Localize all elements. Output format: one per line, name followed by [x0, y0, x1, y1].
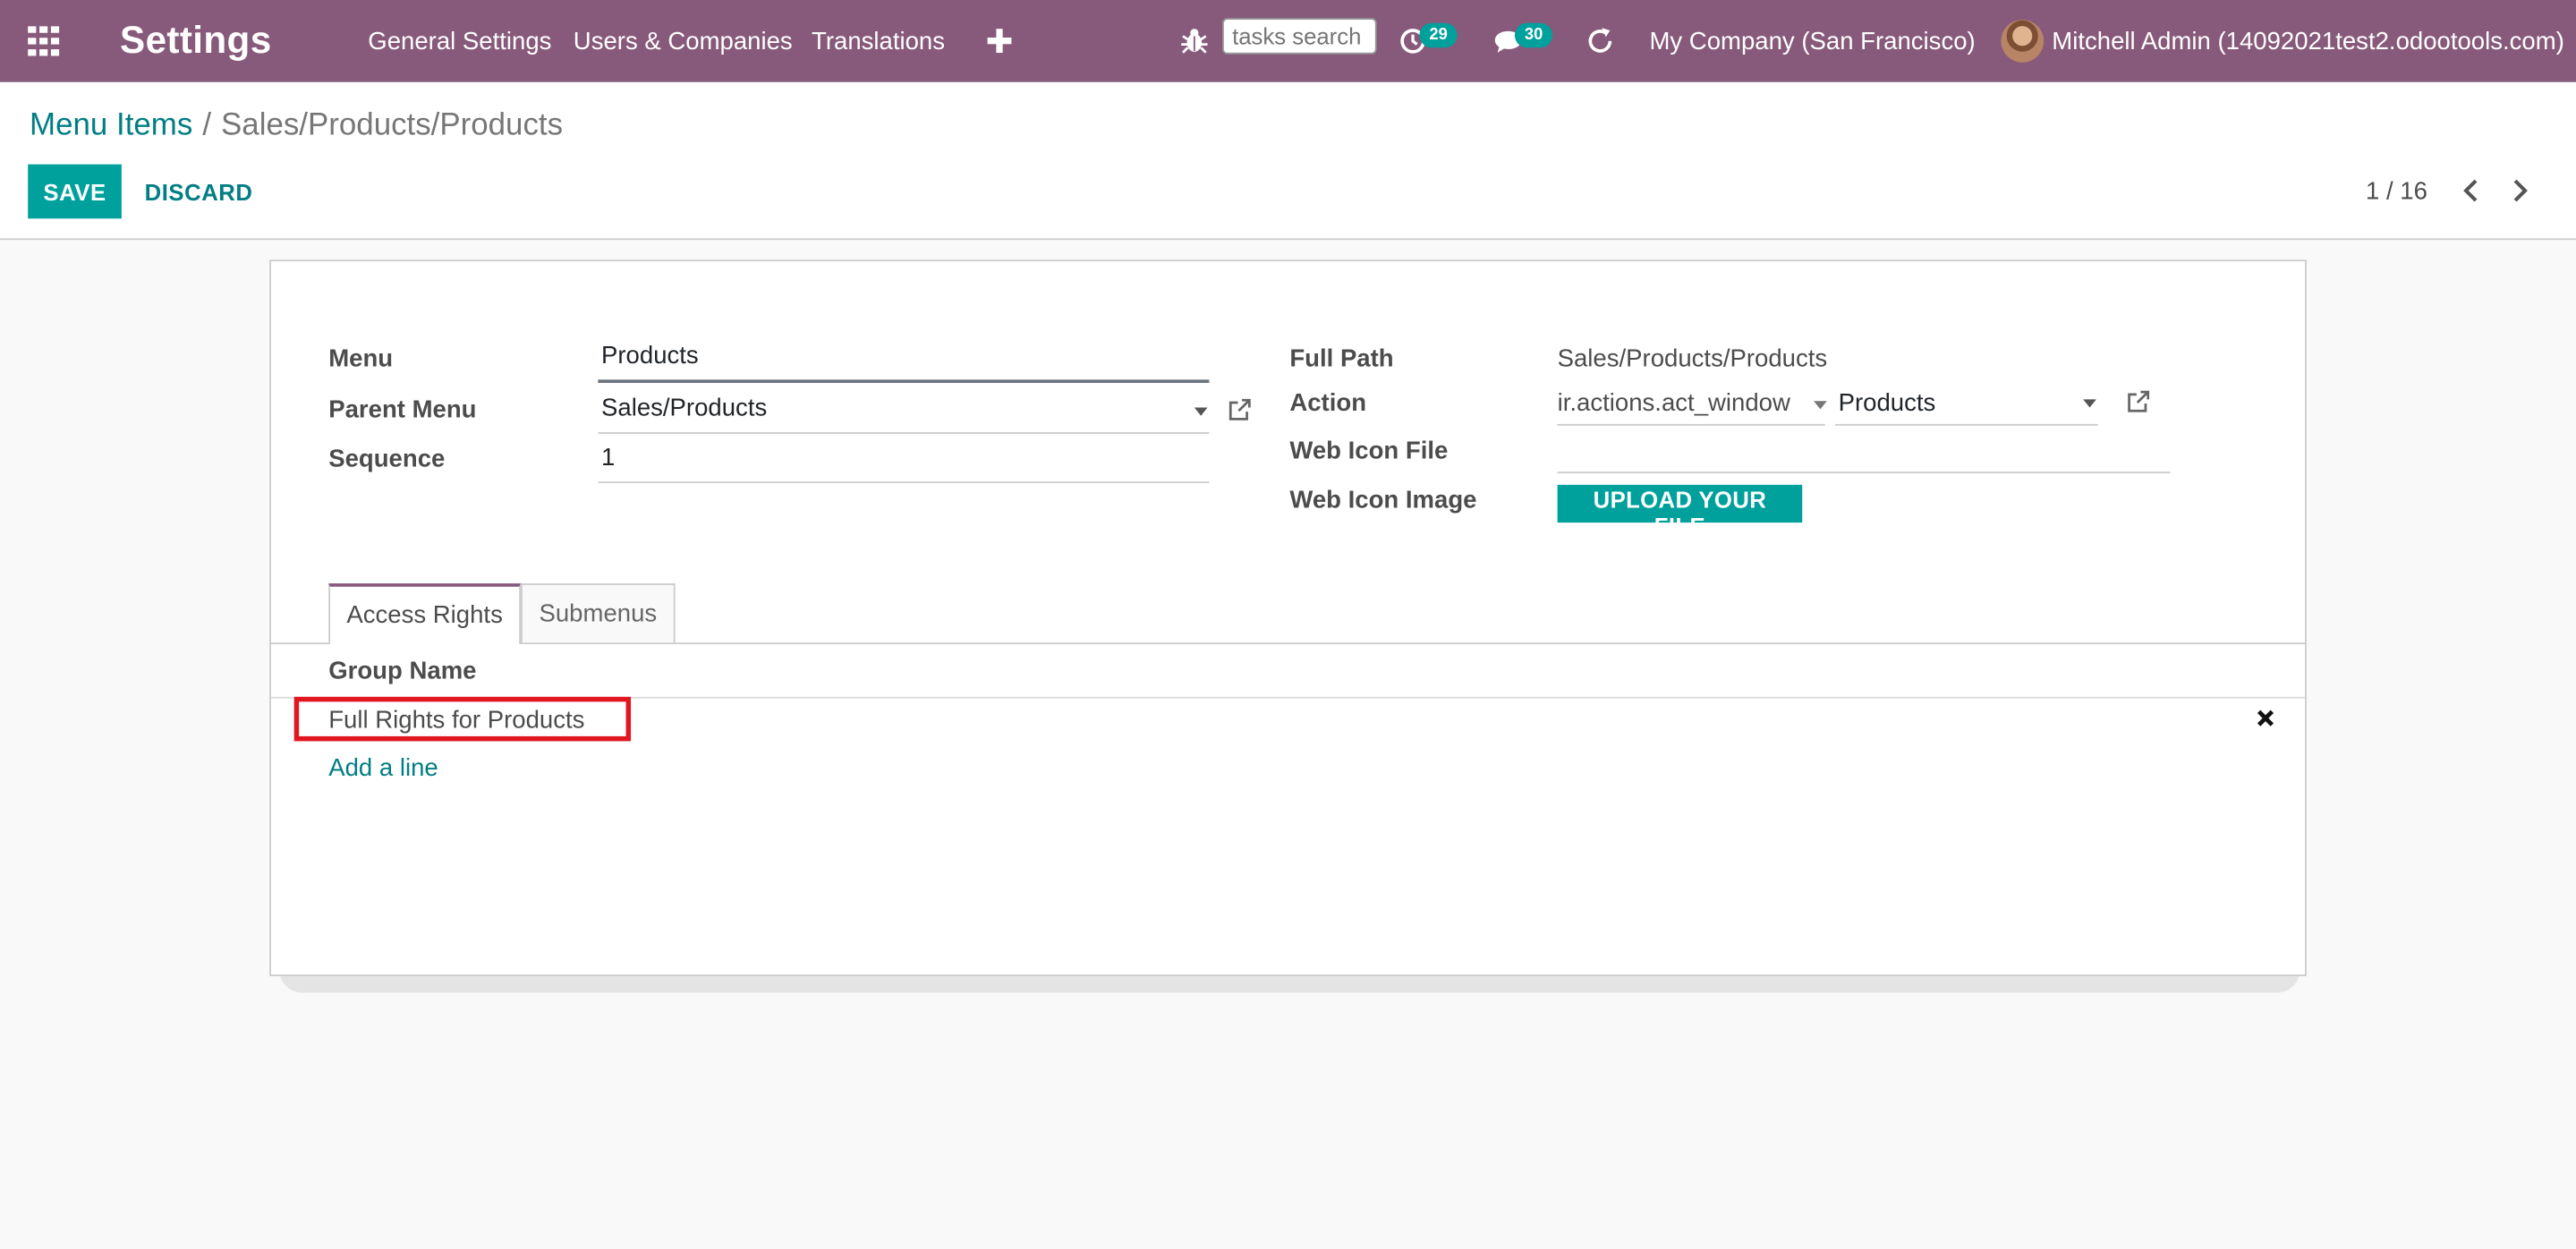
action-external-link-icon[interactable] [2126, 389, 2151, 414]
delete-row-icon[interactable] [2256, 709, 2275, 728]
breadcrumb-current: Sales/Products/Products [221, 108, 564, 143]
form-sheet: Menu Products Parent Menu Sales/Products… [269, 259, 2307, 977]
chevron-right-icon[interactable] [2511, 179, 2530, 202]
web-icon-file-label: Web Icon File [1289, 437, 1449, 465]
message-count-badge: 30 [1514, 22, 1553, 48]
full-path-label: Full Path [1289, 344, 1394, 373]
bug-icon[interactable] [1181, 26, 1208, 55]
breadcrumb-menu-items[interactable]: Menu Items [30, 108, 192, 143]
parent-menu-external-link-icon[interactable] [1228, 398, 1253, 423]
breadcrumb-separator: / [202, 108, 212, 143]
full-path-value: Sales/Products/Products [1557, 344, 1828, 373]
parent-menu-label: Parent Menu [328, 395, 477, 424]
tab-submenus[interactable]: Submenus [521, 583, 676, 643]
tasks-search-input[interactable] [1222, 18, 1377, 55]
menu-general-settings[interactable]: General Settings [368, 28, 551, 55]
action-label: Action [1289, 389, 1367, 418]
page: Settings General Settings Users & Compan… [0, 0, 2576, 1249]
company-switcher[interactable]: My Company (San Francisco) [1649, 28, 1975, 55]
sequence-field[interactable]: 1 [598, 444, 1210, 484]
save-button[interactable]: SAVE [28, 164, 122, 219]
web-icon-image-label: Web Icon Image [1289, 486, 1477, 514]
menu-translations[interactable]: Translations [812, 28, 945, 55]
parent-menu-dropdown-icon[interactable] [1194, 407, 1208, 416]
action-model-select[interactable]: ir.actions.act_window [1557, 389, 1825, 426]
web-icon-file-field[interactable] [1557, 436, 2171, 474]
upload-file-button[interactable]: UPLOAD YOUR FILE [1557, 484, 1803, 539]
parent-menu-field[interactable]: Sales/Products [598, 395, 1210, 434]
tab-access-rights[interactable]: Access Rights [328, 583, 522, 645]
discard-button[interactable]: DISCARD [135, 165, 263, 219]
control-panel: Menu Items / Sales/Products/Products SAVE … [0, 81, 2576, 241]
action-record-field[interactable]: Products [1834, 389, 2098, 426]
user-menu[interactable]: Mitchell Admin (14092021test2.odootools.… [2052, 28, 2564, 55]
plus-icon[interactable]: ✚ [986, 21, 1014, 63]
sequence-label: Sequence [328, 445, 446, 474]
action-record-dropdown-icon[interactable] [2083, 399, 2096, 408]
menu-label: Menu [328, 344, 394, 373]
menu-name-field[interactable]: Products [598, 342, 1210, 383]
tabs-divider [270, 642, 2306, 645]
group-name-column-header[interactable]: Group Name [328, 658, 476, 685]
menu-users-companies[interactable]: Users & Companies [574, 28, 793, 55]
app-title[interactable]: Settings [120, 18, 272, 63]
action-model-dropdown-icon[interactable] [1814, 401, 1827, 410]
add-a-line-link[interactable]: Add a line [328, 754, 438, 782]
apps-menu-icon[interactable] [28, 26, 61, 56]
pager-value[interactable]: 1 / 16 [2366, 177, 2427, 205]
highlight-box [293, 696, 632, 742]
chevron-left-icon[interactable] [2461, 179, 2480, 202]
breadcrumb: Menu Items / Sales/Products/Products [30, 108, 563, 144]
avatar[interactable] [2001, 20, 2045, 63]
top-navbar: Settings General Settings Users & Compan… [0, 0, 2576, 82]
refresh-icon[interactable] [1586, 26, 1615, 55]
activity-count-badge: 29 [1419, 22, 1458, 48]
